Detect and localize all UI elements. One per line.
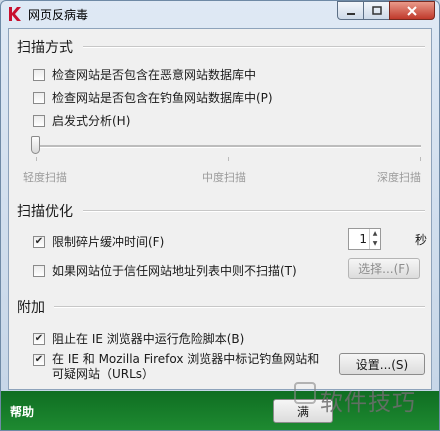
slider-tick bbox=[228, 157, 229, 161]
checkbox-label: 限制碎片缓冲时间(F) bbox=[52, 235, 165, 249]
minimize-button[interactable] bbox=[337, 1, 364, 20]
close-button[interactable] bbox=[389, 1, 435, 20]
spinner-buttons: ▲ ▼ bbox=[369, 229, 380, 249]
slider-label-deep: 深度扫描 bbox=[377, 171, 421, 184]
checkbox-row-heuristic[interactable]: 启发式分析(H) bbox=[33, 112, 130, 129]
section-divider bbox=[83, 46, 425, 48]
watermark-text: 软件技巧 bbox=[320, 390, 416, 416]
checkbox-malicious-db[interactable] bbox=[33, 68, 45, 81]
maximize-icon bbox=[371, 5, 382, 15]
buffer-time-unit: 秒 bbox=[415, 233, 428, 247]
checkbox-label: 如果网站位于信任网站地址列表中则不扫描(T) bbox=[52, 264, 297, 278]
spinner-up-icon[interactable]: ▲ bbox=[370, 229, 380, 239]
checkbox-label-line: 可疑网站（URLs） bbox=[52, 367, 155, 381]
slider-tick bbox=[36, 157, 37, 161]
minimize-icon bbox=[346, 12, 355, 15]
checkbox-row-trusted[interactable]: 如果网站位于信任网站地址列表中则不扫描(T) bbox=[33, 262, 297, 279]
slider-label-light: 轻度扫描 bbox=[23, 171, 67, 184]
checkbox-label: 检查网站是否包含在恶意网站数据库中 bbox=[52, 68, 257, 82]
window-title: 网页反病毒 bbox=[28, 8, 89, 22]
slider-tick bbox=[420, 157, 421, 161]
checkbox-label: 阻止在 IE 浏览器中运行危险脚本(B) bbox=[52, 332, 245, 346]
maximize-button[interactable] bbox=[363, 1, 390, 20]
help-link[interactable]: 帮助 bbox=[10, 403, 34, 420]
checkbox-limit-buffer[interactable]: ✔ bbox=[33, 235, 45, 248]
checkbox-row-mark-links[interactable]: ✔ 在 IE 和 Mozilla Firefox 浏览器中标记钓鱼网站和 可疑网… bbox=[33, 352, 319, 382]
checkbox-mark-links[interactable]: ✔ bbox=[33, 354, 45, 366]
checkbox-row-block-ie[interactable]: ✔ 阻止在 IE 浏览器中运行危险脚本(B) bbox=[33, 330, 244, 347]
section-title-scan-optimization: 扫描优化 bbox=[17, 204, 73, 220]
spinner-down-icon[interactable]: ▼ bbox=[370, 239, 380, 249]
checkbox-heuristic[interactable] bbox=[33, 114, 45, 127]
buffer-time-value[interactable]: 1 bbox=[359, 232, 367, 246]
settings-panel: 扫描方式 检查网站是否包含在恶意网站数据库中 检查网站是否包含在钓鱼网站数据库中… bbox=[8, 28, 432, 390]
scan-level-slider-thumb[interactable] bbox=[31, 136, 40, 154]
checkbox-row-malicious-db[interactable]: 检查网站是否包含在恶意网站数据库中 bbox=[33, 66, 256, 83]
checkbox-block-ie[interactable]: ✔ bbox=[33, 332, 45, 345]
section-title-scan-method: 扫描方式 bbox=[17, 40, 73, 56]
close-icon bbox=[407, 5, 417, 16]
scan-level-slider-track[interactable] bbox=[36, 145, 421, 148]
kaspersky-logo-icon bbox=[9, 7, 21, 21]
settings-button[interactable]: 设置...(S) bbox=[339, 353, 425, 375]
checkbox-label: 在 IE 和 Mozilla Firefox 浏览器中标记钓鱼网站和 可疑网站（… bbox=[52, 352, 319, 382]
section-divider bbox=[83, 210, 425, 212]
checkbox-trusted[interactable] bbox=[33, 264, 45, 277]
checkbox-label: 启发式分析(H) bbox=[52, 114, 131, 128]
checkbox-label-line: 在 IE 和 Mozilla Firefox 浏览器中标记钓鱼网站和 bbox=[52, 352, 320, 366]
checkbox-label: 检查网站是否包含在钓鱼网站数据库中(P) bbox=[52, 91, 273, 105]
title-bar[interactable]: 网页反病毒 bbox=[1, 1, 439, 27]
settings-window: 网页反病毒 扫描方式 检查网站是否包含在恶意网站数据库中 检查网站是否包含在钓鱼… bbox=[0, 0, 440, 431]
section-divider bbox=[54, 306, 425, 308]
watermark-logo-icon bbox=[294, 382, 316, 404]
buffer-time-spinner[interactable]: 1 ▲ ▼ bbox=[348, 228, 381, 250]
checkbox-row-limit-buffer[interactable]: ✔ 限制碎片缓冲时间(F) bbox=[33, 233, 164, 250]
select-trusted-button[interactable]: 选择...(F) bbox=[348, 258, 420, 279]
checkbox-row-phishing-db[interactable]: 检查网站是否包含在钓鱼网站数据库中(P) bbox=[33, 89, 273, 106]
slider-label-medium: 中度扫描 bbox=[202, 171, 246, 184]
checkbox-phishing-db[interactable] bbox=[33, 91, 45, 104]
section-title-additional: 附加 bbox=[17, 300, 45, 316]
